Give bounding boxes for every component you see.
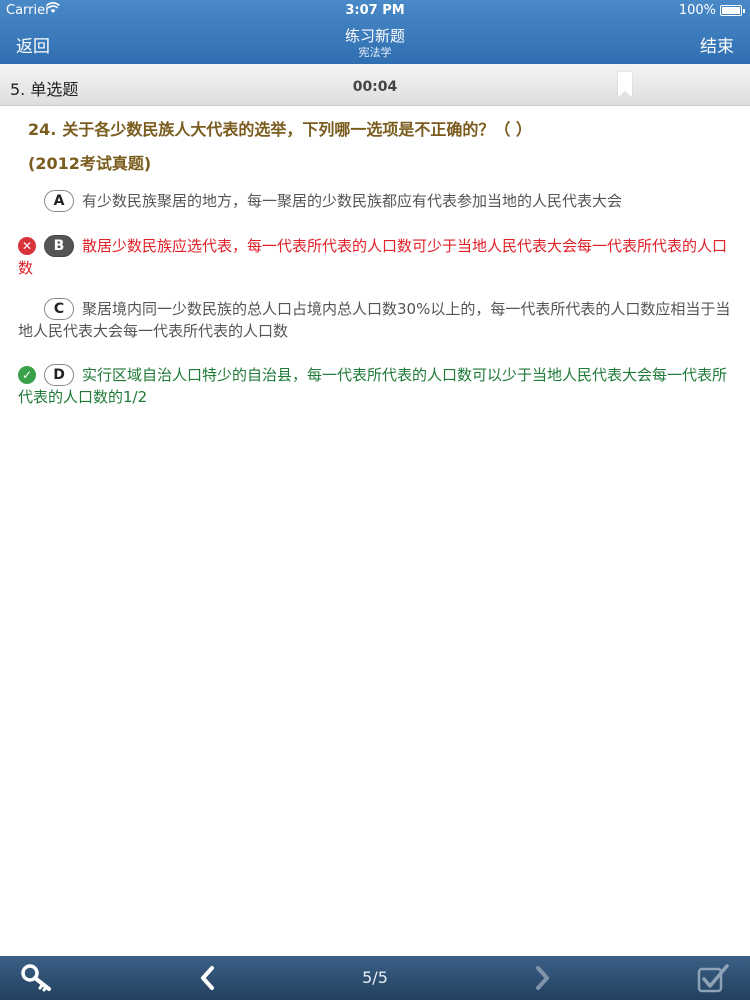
correct-mark-icon: ✓ (18, 366, 36, 384)
battery-icon (720, 5, 745, 16)
end-button[interactable]: 结束 (700, 32, 734, 57)
option-d[interactable]: ✓ D 实行区域自治人口特少的自治县，每一代表所代表的人口数可以少于当地人民代表大会… (18, 364, 734, 408)
question-text: 关于各少数民族人大代表的选举，下列哪一选项是不正确的？（ ） (62, 120, 532, 139)
question-number: 24. (28, 120, 57, 139)
option-letter: A (44, 190, 74, 212)
option-letter: C (44, 298, 74, 320)
bottom-toolbar: 5/5 (0, 956, 750, 1000)
option-letter: B (44, 235, 74, 257)
option-a[interactable]: A 有少数民族聚居的地方，每一聚居的少数民族都应有代表参加当地的人民代表大会 (18, 190, 734, 212)
option-letter: D (44, 364, 74, 386)
timer: 00:04 (352, 79, 398, 95)
option-text: 聚居境内同一少数民族的总人口占境内总人口数30%以上的，每一代表所代表的人口数应… (18, 300, 731, 340)
chevron-right-icon[interactable] (530, 964, 554, 992)
page-subtitle: 宪法学 (358, 46, 392, 59)
bookmark-icon[interactable] (618, 72, 632, 97)
section-header: 5. 单选题 00:04 (0, 64, 750, 106)
status-bar: Carrier 3:07 PM 100% (0, 0, 750, 22)
option-text: 散居少数民族应选代表，每一代表所代表的人口数可少于当地人民代表大会每一代表所代表… (18, 237, 728, 277)
top-bar: Carrier 3:07 PM 100% 返回 练习新题 宪法学 结束 (0, 0, 750, 64)
question-source: (2012考试真题) (28, 154, 152, 173)
option-c[interactable]: C 聚居境内同一少数民族的总人口占境内总人口数30%以上的，每一代表所代表的人口数… (18, 298, 734, 342)
battery-percent: 100% (678, 3, 716, 18)
wrong-mark-icon: ✕ (18, 237, 36, 255)
option-text: 有少数民族聚居的地方，每一聚居的少数民族都应有代表参加当地的人民代表大会 (82, 192, 623, 210)
option-text: 实行区域自治人口特少的自治县，每一代表所代表的人口数可以少于当地人民代表大会每一… (18, 366, 728, 406)
page-indicator: 5/5 (362, 968, 388, 987)
checkbox-check-icon[interactable] (696, 961, 730, 995)
option-b[interactable]: ✕ B 散居少数民族应选代表，每一代表所代表的人口数可少于当地人民代表大会每一代表所… (18, 235, 734, 279)
clock: 3:07 PM (345, 3, 405, 18)
page-title: 练习新题 (344, 27, 405, 45)
question-stem: 24. 关于各少数民族人大代表的选举，下列哪一选项是不正确的？（ ） (28, 116, 728, 140)
